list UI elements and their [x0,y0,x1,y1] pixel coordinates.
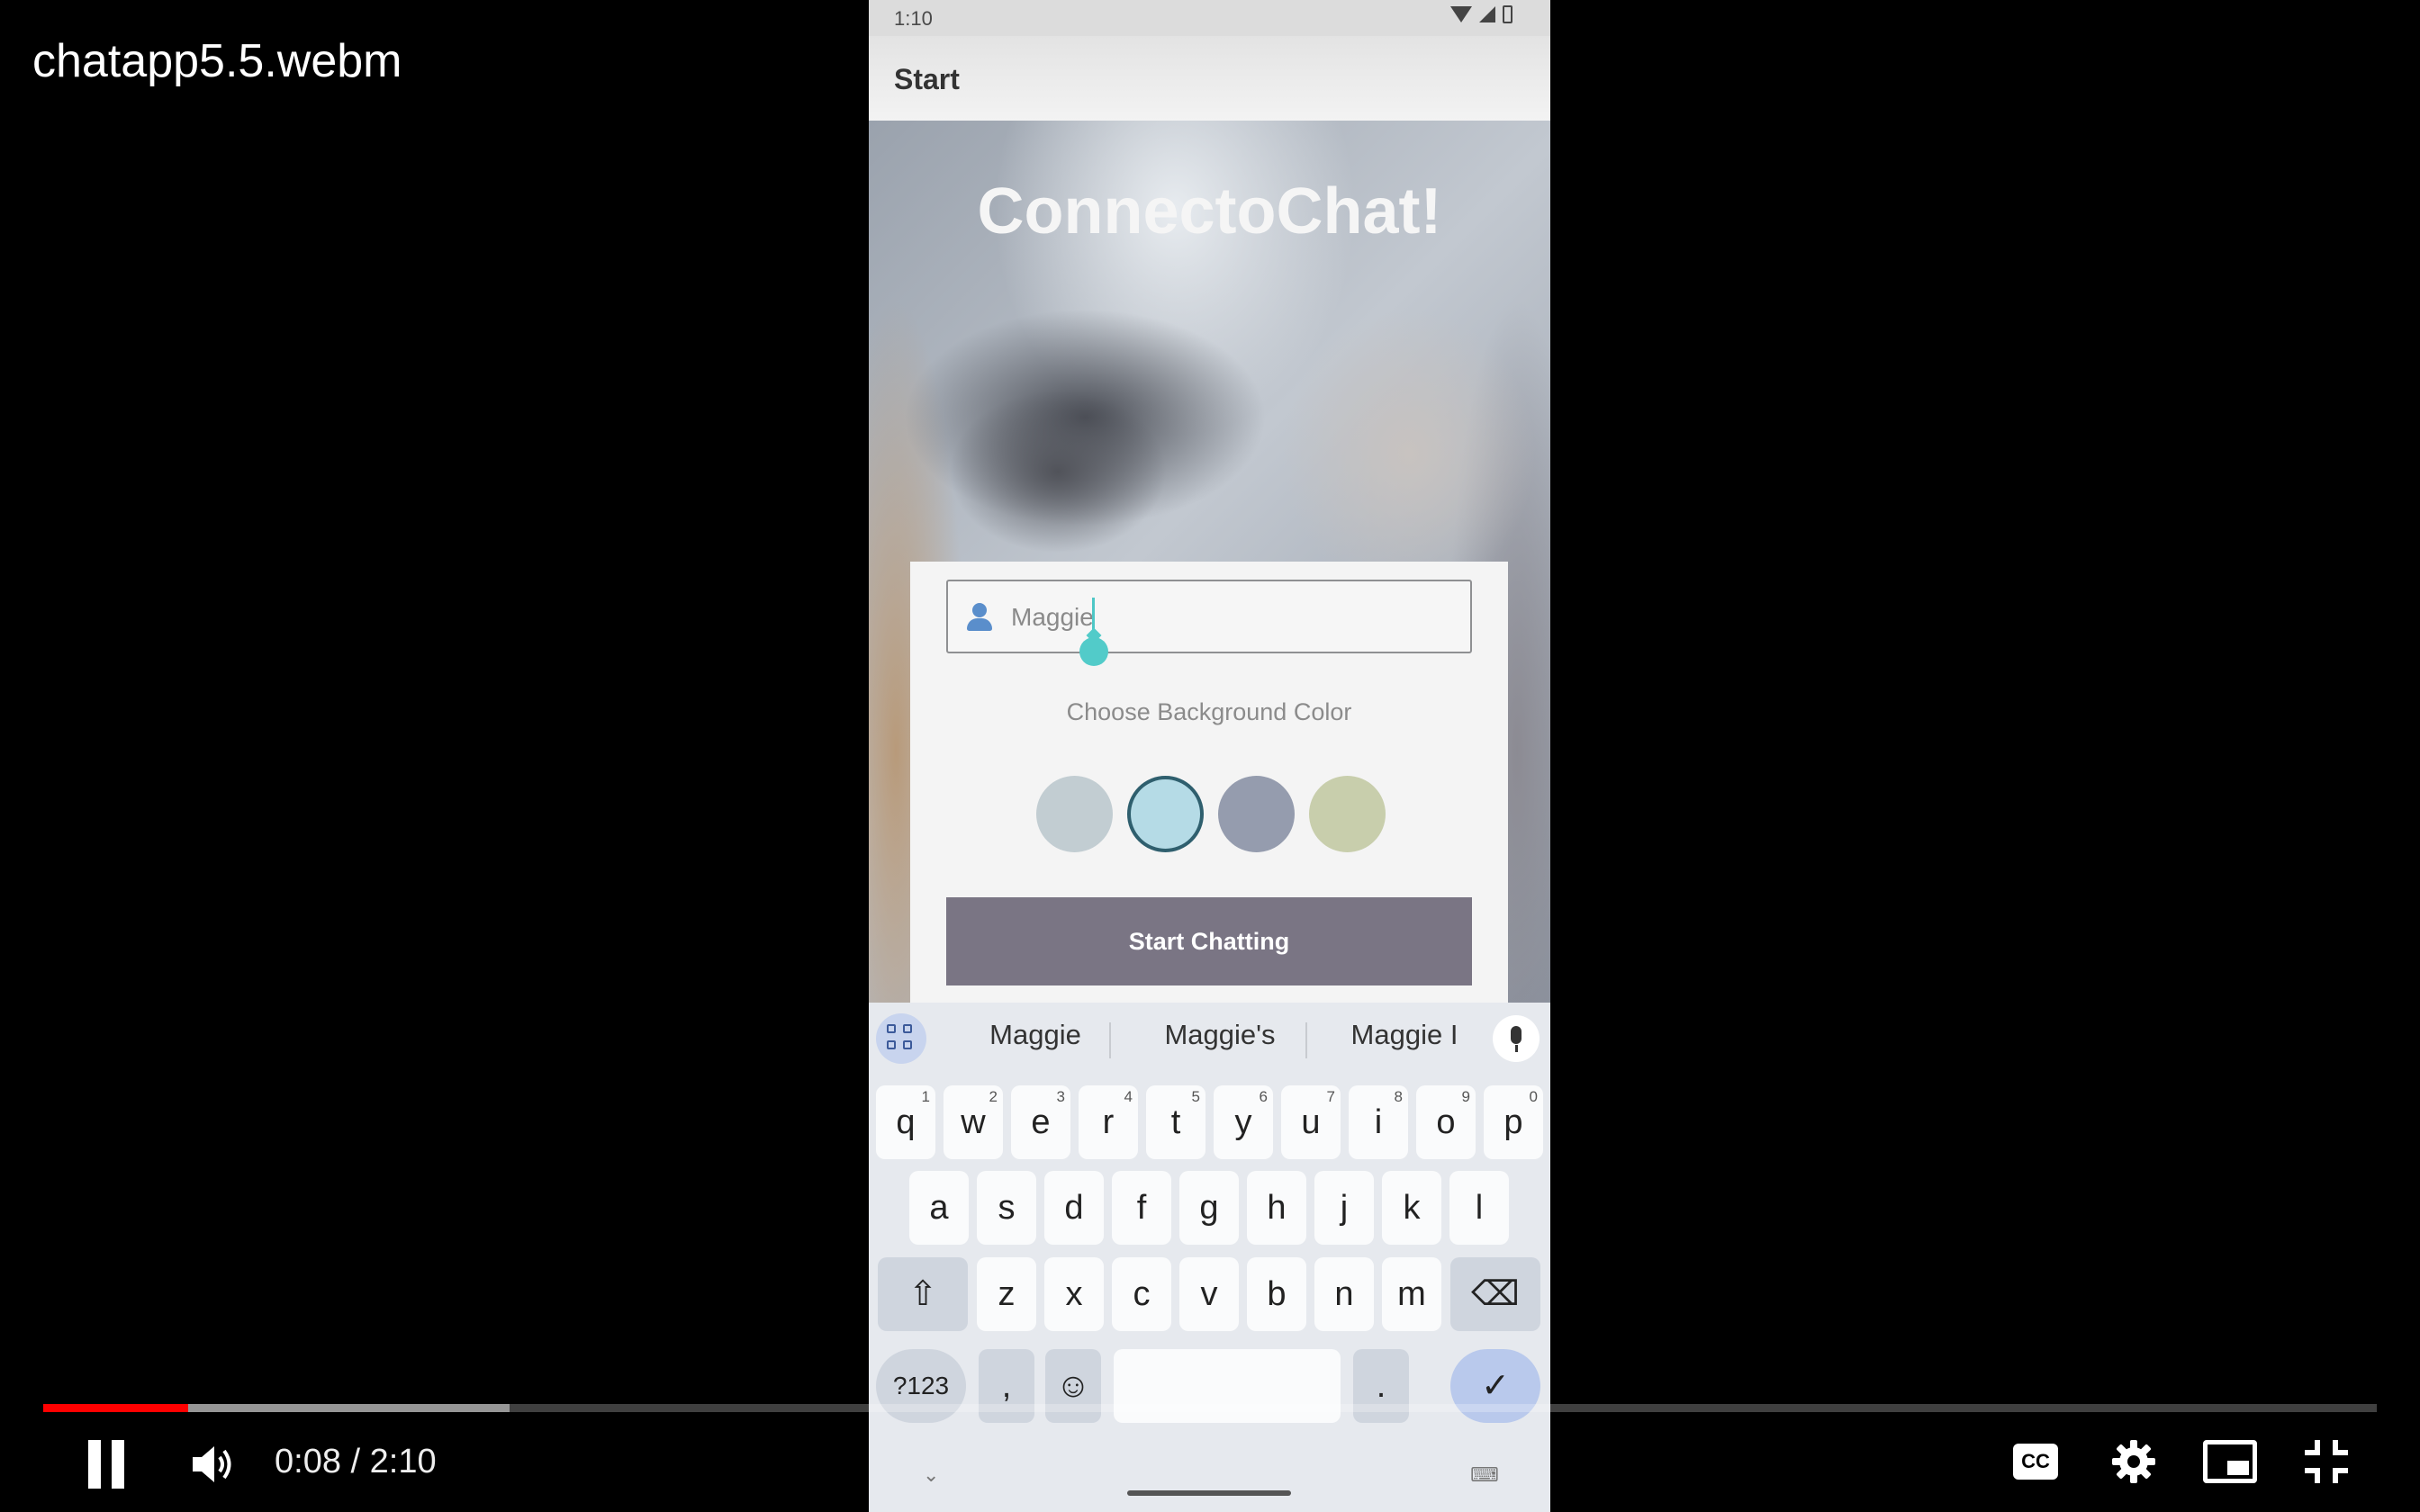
user-icon [964,603,995,634]
progress-bar[interactable] [43,1404,2377,1412]
color-swatch-2[interactable] [1127,776,1204,852]
phone-screen: 1:10 Start ConnectoChat! Maggie Choose B… [869,0,1550,1512]
key-b[interactable]: b [1247,1257,1306,1331]
progress-played [43,1404,188,1412]
suggestion-1[interactable]: Maggie [941,1019,1130,1051]
key-i[interactable]: i8 [1349,1085,1408,1159]
key-q[interactable]: q1 [876,1085,935,1159]
start-form-card: Maggie Choose Background Color Start Cha… [910,562,1508,1003]
suggestion-3[interactable]: Maggie I [1314,1019,1494,1051]
color-swatches [1036,776,1386,852]
exit-fullscreen-icon[interactable] [2303,1438,2350,1485]
video-title: chatapp5.5.webm [32,35,402,87]
key-hint: 2 [989,1088,998,1105]
key-hint: 4 [1124,1088,1133,1105]
key-x[interactable]: x [1044,1257,1104,1331]
volume-icon[interactable] [191,1444,236,1485]
key-y[interactable]: y6 [1214,1085,1273,1159]
nav-hide-keyboard-icon[interactable]: ⌄ [923,1463,939,1487]
key-c[interactable]: c [1112,1257,1171,1331]
key-f[interactable]: f [1112,1171,1171,1245]
key-hint: 1 [921,1088,930,1105]
suggestion-divider [1305,1022,1307,1058]
start-chatting-button[interactable]: Start Chatting [946,897,1472,986]
key-v[interactable]: v [1179,1257,1239,1331]
wifi-icon [1450,6,1472,22]
name-input[interactable]: Maggie [946,580,1472,666]
key-h[interactable]: h [1247,1171,1306,1245]
microphone-icon[interactable] [1493,1015,1540,1062]
key-hint: 5 [1191,1088,1200,1105]
color-swatch-4[interactable] [1309,776,1386,852]
key-n[interactable]: n [1314,1257,1374,1331]
key-g[interactable]: g [1179,1171,1239,1245]
miniplayer-icon[interactable] [2203,1440,2257,1483]
key-t[interactable]: t5 [1146,1085,1205,1159]
status-time: 1:10 [894,7,933,30]
app-bar-title: Start [894,63,960,95]
key-r[interactable]: r4 [1079,1085,1138,1159]
pause-icon[interactable] [85,1440,128,1489]
key-u[interactable]: u7 [1281,1085,1341,1159]
key-k[interactable]: k [1382,1171,1441,1245]
backspace-key[interactable]: ⌫ [1450,1257,1540,1331]
closed-captions-icon[interactable]: CC [2013,1444,2058,1480]
cursor-handle[interactable] [1079,637,1108,666]
key-z[interactable]: z [977,1257,1036,1331]
battery-icon [1503,5,1512,23]
status-icons [1450,5,1512,23]
key-w[interactable]: w2 [944,1085,1003,1159]
key-p[interactable]: p0 [1484,1085,1543,1159]
key-l[interactable]: l [1449,1171,1509,1245]
suggestion-2[interactable]: Maggie's [1121,1019,1319,1051]
key-j[interactable]: j [1314,1171,1374,1245]
nav-keyboard-switch-icon[interactable]: ⌨ [1470,1463,1499,1487]
key-hint: 7 [1326,1088,1335,1105]
key-hint: 6 [1259,1088,1268,1105]
key-hint: 0 [1529,1088,1538,1105]
key-m[interactable]: m [1382,1257,1441,1331]
key-hint: 3 [1056,1088,1065,1105]
color-swatch-3[interactable] [1218,776,1295,852]
key-a[interactable]: a [909,1171,969,1245]
hero-background-image: ConnectoChat! Maggie Choose Background C… [869,121,1550,1003]
color-swatch-1[interactable] [1036,776,1113,852]
soft-keyboard: Maggie Maggie's Maggie I q1w2e3r4t5y6u7i… [869,1003,1550,1512]
app-title: ConnectoChat! [977,176,1442,248]
app-bar: Start [869,36,1550,121]
keyboard-apps-icon[interactable] [876,1013,926,1064]
background-color-label: Choose Background Color [1066,698,1352,725]
settings-gear-icon[interactable] [2110,1438,2157,1485]
key-hint: 8 [1394,1088,1403,1105]
key-hint: 9 [1461,1088,1470,1105]
name-input-value: Maggie [1011,603,1094,631]
key-d[interactable]: d [1044,1171,1104,1245]
shift-key[interactable]: ⇧ [878,1257,968,1331]
suggestion-divider [1109,1022,1111,1058]
gesture-home-bar[interactable] [1127,1490,1291,1496]
key-s[interactable]: s [977,1171,1036,1245]
status-bar: 1:10 [869,0,1550,36]
key-e[interactable]: e3 [1011,1085,1070,1159]
timecode: 0:08 / 2:10 [275,1443,437,1480]
suggestion-strip: Maggie Maggie's Maggie I [869,1003,1550,1067]
key-o[interactable]: o9 [1416,1085,1476,1159]
cell-signal-icon [1479,6,1495,22]
